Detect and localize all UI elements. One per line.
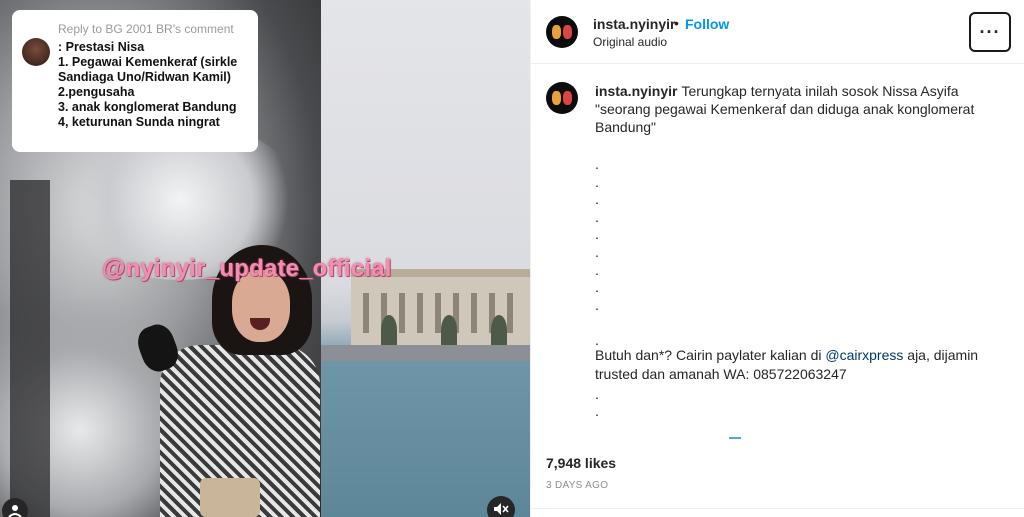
palace-column <box>399 293 405 333</box>
comment-reply-bubble: Reply to BG 2001 BR's comment : Prestasi… <box>12 10 258 155</box>
post-header: insta.nyinyir • Follow Original audio ··… <box>531 0 1024 64</box>
likes-count[interactable]: 7,948 likes <box>546 455 616 471</box>
trailing-dots: . . <box>595 386 599 420</box>
promo-before: Butuh dan*? Cairin paylater kalian di <box>595 347 826 363</box>
user-tag-icon[interactable] <box>2 498 28 517</box>
post-caption: insta.nyinyir Terungkap ternyata inilah s… <box>595 82 995 136</box>
post-details-panel: insta.nyinyir • Follow Original audio ··… <box>530 0 1024 517</box>
post-timestamp[interactable]: 3 DAYS AGO <box>546 480 608 491</box>
follow-button[interactable]: Follow <box>685 16 729 32</box>
post-media[interactable]: @nyinyir_update_official Reply to BG 200… <box>0 0 530 517</box>
scroll-hint <box>729 437 741 439</box>
dot-line: . <box>595 156 599 172</box>
audio-link[interactable]: Original audio <box>593 35 667 49</box>
account-username[interactable]: insta.nyinyir <box>593 16 675 32</box>
more-options-icon: ··· <box>979 21 1001 42</box>
reply-line: 2.pengusaha <box>58 85 135 99</box>
caption-dots: . . . . . . . . . . <box>595 156 615 350</box>
instagram-post-view: @nyinyir_update_official Reply to BG 200… <box>0 0 1024 517</box>
avatar-figure <box>563 91 572 105</box>
reply-line: : Prestasi Nisa <box>58 40 145 54</box>
dot-line: . <box>595 279 599 296</box>
separator-dot: • <box>674 15 679 31</box>
palace-column <box>471 293 477 333</box>
mute-icon[interactable] <box>487 496 515 517</box>
reply-line: 3. anak konglomerat Bandung <box>58 100 237 114</box>
dot-line: . <box>595 243 599 260</box>
account-avatar[interactable] <box>546 16 578 48</box>
commenter-avatar <box>22 38 50 66</box>
dot-line: . <box>595 403 599 419</box>
avatar-figure <box>552 25 561 39</box>
palace-column <box>363 293 369 333</box>
caption-username[interactable]: insta.nyinyir <box>595 83 677 99</box>
caption-avatar[interactable] <box>546 82 578 114</box>
promo-text: Butuh dan*? Cairin paylater kalian di @c… <box>595 346 985 384</box>
reply-line: 1. Pegawai Kemenkeraf (sirkle <box>58 55 238 69</box>
dot-line: . <box>595 208 599 225</box>
avatar-figure <box>552 91 561 105</box>
palm-tree <box>381 315 397 345</box>
watermark-text: @nyinyir_update_official <box>102 255 392 282</box>
dot-line: . <box>595 386 599 402</box>
shoreline <box>321 345 530 361</box>
tree-trunk <box>10 180 50 517</box>
palace-column <box>507 293 513 333</box>
mention-link[interactable]: @cairxpress <box>825 347 903 363</box>
avatar-figure <box>563 25 572 39</box>
reply-text: : Prestasi Nisa 1. Pegawai Kemenkeraf (s… <box>58 40 263 130</box>
handbag <box>200 478 260 517</box>
reply-line: Sandiaga Uno/Ridwan Kamil) <box>58 70 231 84</box>
palace-column <box>417 293 423 333</box>
dot-line <box>595 314 615 332</box>
divider <box>531 508 1024 509</box>
dot-line: . <box>595 173 599 190</box>
more-options-button[interactable]: ··· <box>969 12 1011 52</box>
dot-line: . <box>595 191 599 208</box>
dot-line: . <box>595 296 599 313</box>
dot-line: . <box>595 226 599 243</box>
palm-tree <box>491 315 507 345</box>
dot-line: . <box>595 261 599 278</box>
reply-header: Reply to BG 2001 BR's comment <box>58 22 234 36</box>
reply-line: 4, keturunan Sunda ningrat <box>58 115 220 129</box>
palm-tree <box>441 315 457 345</box>
